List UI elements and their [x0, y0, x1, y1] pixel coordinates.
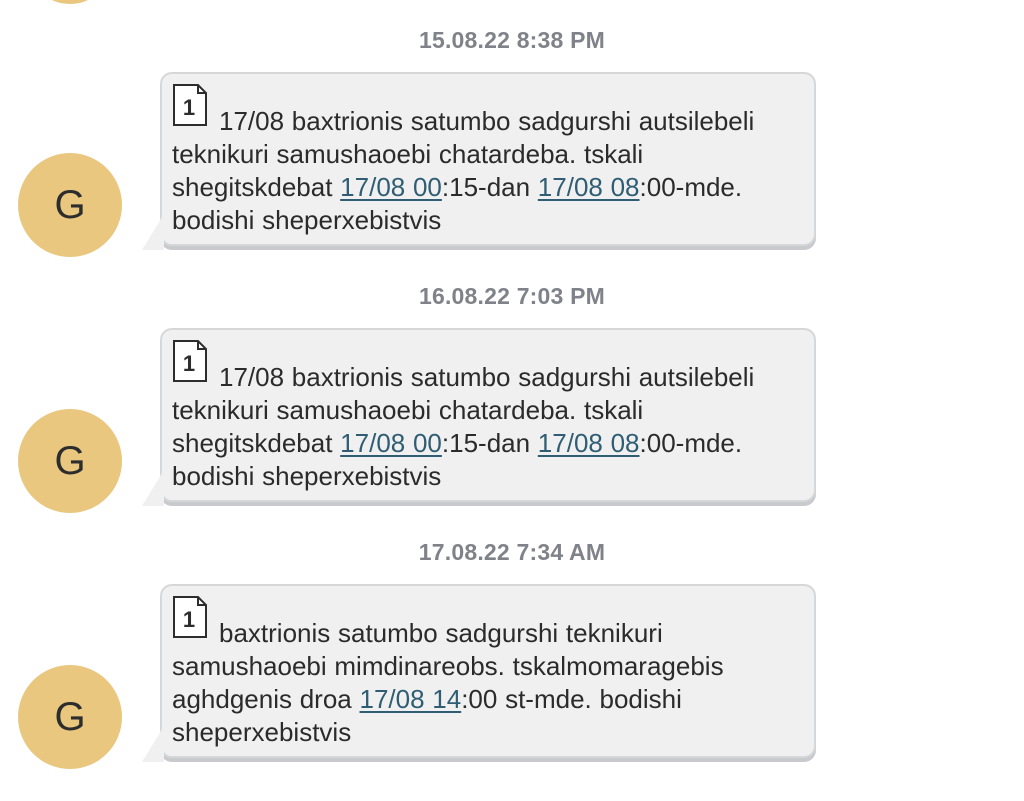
message-bubble[interactable]: 1 17/08 baxtrionis satumbo sadgurshi aut…: [142, 328, 816, 506]
sim-card-icon: 1: [172, 340, 207, 389]
sim-card-icon: 1: [172, 84, 207, 133]
svg-text:1: 1: [183, 95, 195, 120]
message-bubble[interactable]: 1 baxtrionis satumbo sadgurshi teknikuri…: [142, 584, 816, 762]
avatar-letter: G: [54, 438, 86, 483]
date-link[interactable]: 17/08 08: [538, 172, 640, 202]
bubble-tail: [142, 726, 164, 762]
message-text-part: :15-dan: [441, 172, 538, 202]
date-link[interactable]: 17/08 00: [340, 172, 442, 202]
sender-avatar[interactable]: G: [18, 409, 122, 513]
sim-card-icon: 1: [172, 596, 207, 645]
avatar-letter: G: [54, 694, 86, 739]
sender-avatar[interactable]: G: [18, 153, 122, 257]
message-timestamp: 16.08.22 7:03 PM: [418, 283, 606, 309]
message-text: 1 baxtrionis satumbo sadgurshi teknikuri…: [172, 596, 784, 749]
previous-avatar: [40, 0, 100, 4]
bubble-tail: [142, 214, 164, 250]
avatar-letter: G: [54, 182, 86, 227]
message-text: 1 17/08 baxtrionis satumbo sadgurshi aut…: [172, 84, 784, 237]
bubble-tail: [142, 470, 164, 506]
svg-text:1: 1: [183, 607, 195, 632]
date-link[interactable]: 17/08 08: [538, 428, 640, 458]
message-text: 1 17/08 baxtrionis satumbo sadgurshi aut…: [172, 340, 784, 493]
date-link[interactable]: 17/08 00: [340, 428, 442, 458]
sender-avatar[interactable]: G: [18, 665, 122, 769]
message-text-part: :15-dan: [441, 428, 538, 458]
message-bubble[interactable]: 1 17/08 baxtrionis satumbo sadgurshi aut…: [142, 72, 816, 250]
message-timestamp: 17.08.22 7:34 AM: [418, 539, 606, 565]
message-timestamp: 15.08.22 8:38 PM: [418, 27, 606, 53]
svg-text:1: 1: [183, 351, 195, 376]
date-link[interactable]: 17/08 14: [359, 684, 461, 714]
